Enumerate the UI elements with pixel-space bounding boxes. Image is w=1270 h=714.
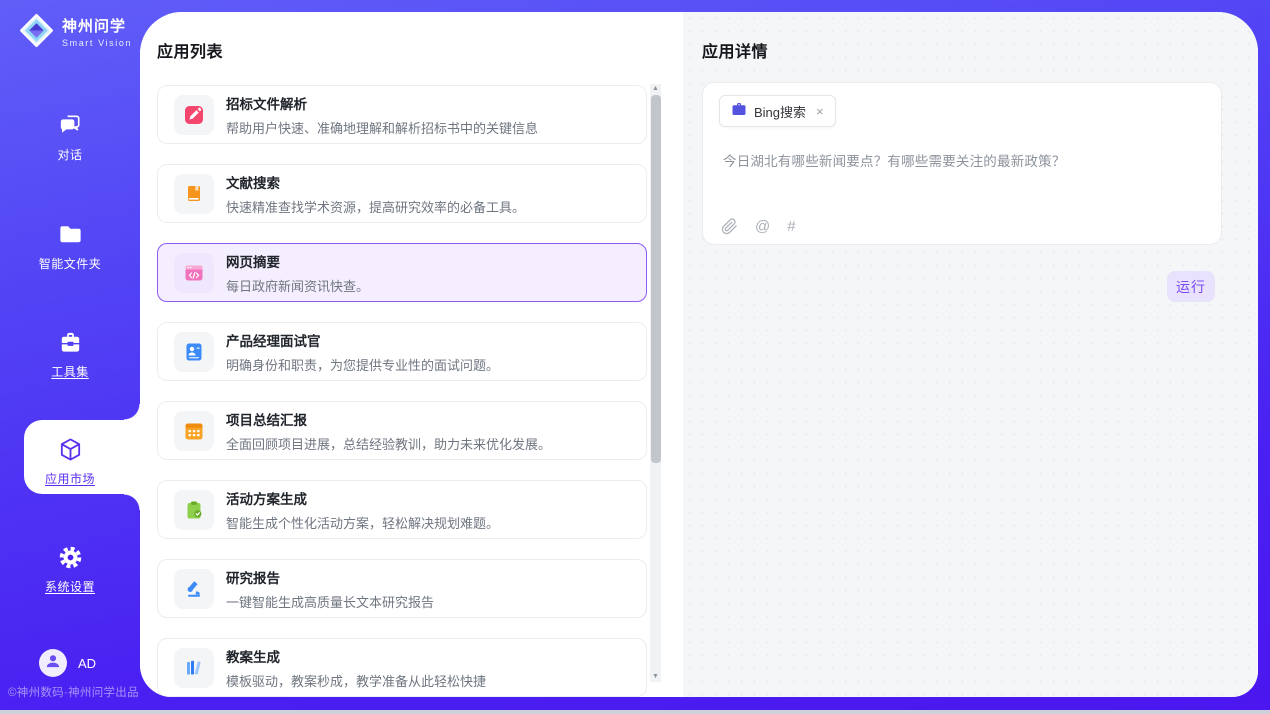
- tender-doc-icon: [174, 95, 214, 135]
- folder-icon: [57, 221, 84, 248]
- active-tab-curve-bottom: [124, 494, 140, 510]
- app-detail-title: 应用详情: [702, 38, 768, 62]
- user-initials: AD: [78, 656, 96, 671]
- user-chip[interactable]: AD: [39, 649, 96, 677]
- avatar: [39, 649, 67, 677]
- sidebar-item-label: 应用市场: [45, 470, 95, 487]
- app-card-title: 招标文件解析: [226, 93, 538, 113]
- app-card-description: 帮助用户快速、准确地理解和解析招标书中的关键信息: [226, 118, 538, 137]
- app-card[interactable]: 研究报告一键智能生成高质量长文本研究报告: [157, 559, 647, 618]
- tool-tag-label: Bing搜索: [754, 102, 806, 121]
- brand-name: 神州问学: [62, 18, 132, 35]
- app-card[interactable]: 教案生成模板驱动，教案秒成，教学准备从此轻松快捷: [157, 638, 647, 697]
- cube-icon: [57, 436, 84, 463]
- app-card[interactable]: 招标文件解析帮助用户快速、准确地理解和解析招标书中的关键信息: [157, 85, 647, 144]
- app-card[interactable]: 文献搜索快速精准查找学术资源，提高研究效率的必备工具。: [157, 164, 647, 223]
- books-icon: [174, 648, 214, 688]
- app-card-title: 教案生成: [226, 646, 486, 666]
- app-card-title: 网页摘要: [226, 251, 369, 271]
- app-list-title: 应用列表: [157, 38, 223, 62]
- sidebar-item-settings[interactable]: 系统设置: [0, 544, 140, 595]
- app-card-title: 产品经理面试官: [226, 330, 499, 350]
- interview-icon: [174, 332, 214, 372]
- app-card-description: 明确身份和职责，为您提供专业性的面试问题。: [226, 355, 499, 374]
- app-list: 招标文件解析帮助用户快速、准确地理解和解析招标书中的关键信息文献搜索快速精准查找…: [157, 85, 647, 697]
- sidebar-item-smart-folder[interactable]: 智能文件夹: [0, 221, 140, 272]
- sidebar-item-label: 智能文件夹: [39, 255, 102, 272]
- copyright-text: ©神州数码·神州问学出品: [8, 684, 139, 700]
- content-panel: 应用列表 招标文件解析帮助用户快速、准确地理解和解析招标书中的关键信息文献搜索快…: [140, 12, 1258, 697]
- brand-logo: 神州问学 Smart Vision: [18, 12, 132, 54]
- app-card-description: 智能生成个性化活动方案，轻松解决规划难题。: [226, 513, 499, 532]
- sidebar-item-label: 对话: [57, 146, 82, 163]
- toolbox-icon: [57, 329, 84, 356]
- chat-icon: [57, 112, 84, 139]
- run-button[interactable]: 运行: [1167, 271, 1215, 302]
- app-card-title: 文献搜索: [226, 172, 525, 192]
- sidebar: 神州问学 Smart Vision 对话智能文件夹工具集应用市场系统设置 AD …: [0, 0, 140, 714]
- scrollbar-thumb[interactable]: [651, 95, 661, 463]
- scroll-down-icon[interactable]: ▼: [650, 672, 661, 682]
- window-bottom-edge: [0, 710, 1270, 714]
- at-icon[interactable]: @: [755, 218, 770, 235]
- sidebar-item-chat[interactable]: 对话: [0, 112, 140, 163]
- app-card-description: 全面回顾项目进展，总结经验教训，助力未来优化发展。: [226, 434, 551, 453]
- sidebar-item-label: 工具集: [51, 363, 89, 380]
- sidebar-item-label: 系统设置: [45, 578, 95, 595]
- hash-icon[interactable]: #: [787, 218, 795, 235]
- close-icon[interactable]: ×: [816, 104, 824, 119]
- app-card-description: 一键智能生成高质量长文本研究报告: [226, 592, 434, 611]
- paperclip-icon[interactable]: [721, 217, 738, 236]
- book-icon: [174, 174, 214, 214]
- brand-subtitle: Smart Vision: [62, 38, 132, 48]
- clipboard-icon: [174, 490, 214, 530]
- scroll-up-icon[interactable]: ▲: [650, 84, 661, 94]
- briefcase-icon: [731, 101, 747, 122]
- app-card-description: 每日政府新闻资讯快查。: [226, 276, 369, 295]
- person-icon: [44, 652, 62, 675]
- app-card[interactable]: 项目总结汇报全面回顾项目进展，总结经验教训，助力未来优化发展。: [157, 401, 647, 460]
- app-card-title: 项目总结汇报: [226, 409, 551, 429]
- question-text[interactable]: 今日湖北有哪些新闻要点？有哪些需要关注的最新政策？: [723, 150, 1066, 170]
- app-card-title: 研究报告: [226, 567, 434, 587]
- app-card-description: 模板驱动，教案秒成，教学准备从此轻松快捷: [226, 671, 486, 690]
- webpage-icon: [174, 253, 214, 293]
- input-toolbar: @#: [721, 217, 796, 236]
- app-card-description: 快速精准查找学术资源，提高研究效率的必备工具。: [226, 197, 525, 216]
- microscope-icon: [174, 569, 214, 609]
- calendar-icon: [174, 411, 214, 451]
- app-card[interactable]: 活动方案生成智能生成个性化活动方案，轻松解决规划难题。: [157, 480, 647, 539]
- sidebar-item-toolset[interactable]: 工具集: [0, 329, 140, 380]
- app-list-panel: 应用列表 招标文件解析帮助用户快速、准确地理解和解析招标书中的关键信息文献搜索快…: [140, 12, 683, 697]
- app-card[interactable]: 网页摘要每日政府新闻资讯快查。: [157, 243, 647, 302]
- app-card-title: 活动方案生成: [226, 488, 499, 508]
- gear-icon: [57, 544, 84, 571]
- active-tab-curve-top: [124, 404, 140, 420]
- gem-icon: [18, 12, 55, 54]
- app-detail-panel: 应用详情 Bing搜索 × 今日湖北有哪些新闻要点？有哪些需要关注的最新政策？ …: [683, 12, 1258, 697]
- tool-tag[interactable]: Bing搜索 ×: [719, 95, 836, 127]
- scrollbar[interactable]: ▲ ▼: [650, 84, 661, 682]
- app-card[interactable]: 产品经理面试官明确身份和职责，为您提供专业性的面试问题。: [157, 322, 647, 381]
- sidebar-item-app-market[interactable]: 应用市场: [0, 436, 140, 487]
- prompt-card: Bing搜索 × 今日湖北有哪些新闻要点？有哪些需要关注的最新政策？ @#: [702, 82, 1222, 245]
